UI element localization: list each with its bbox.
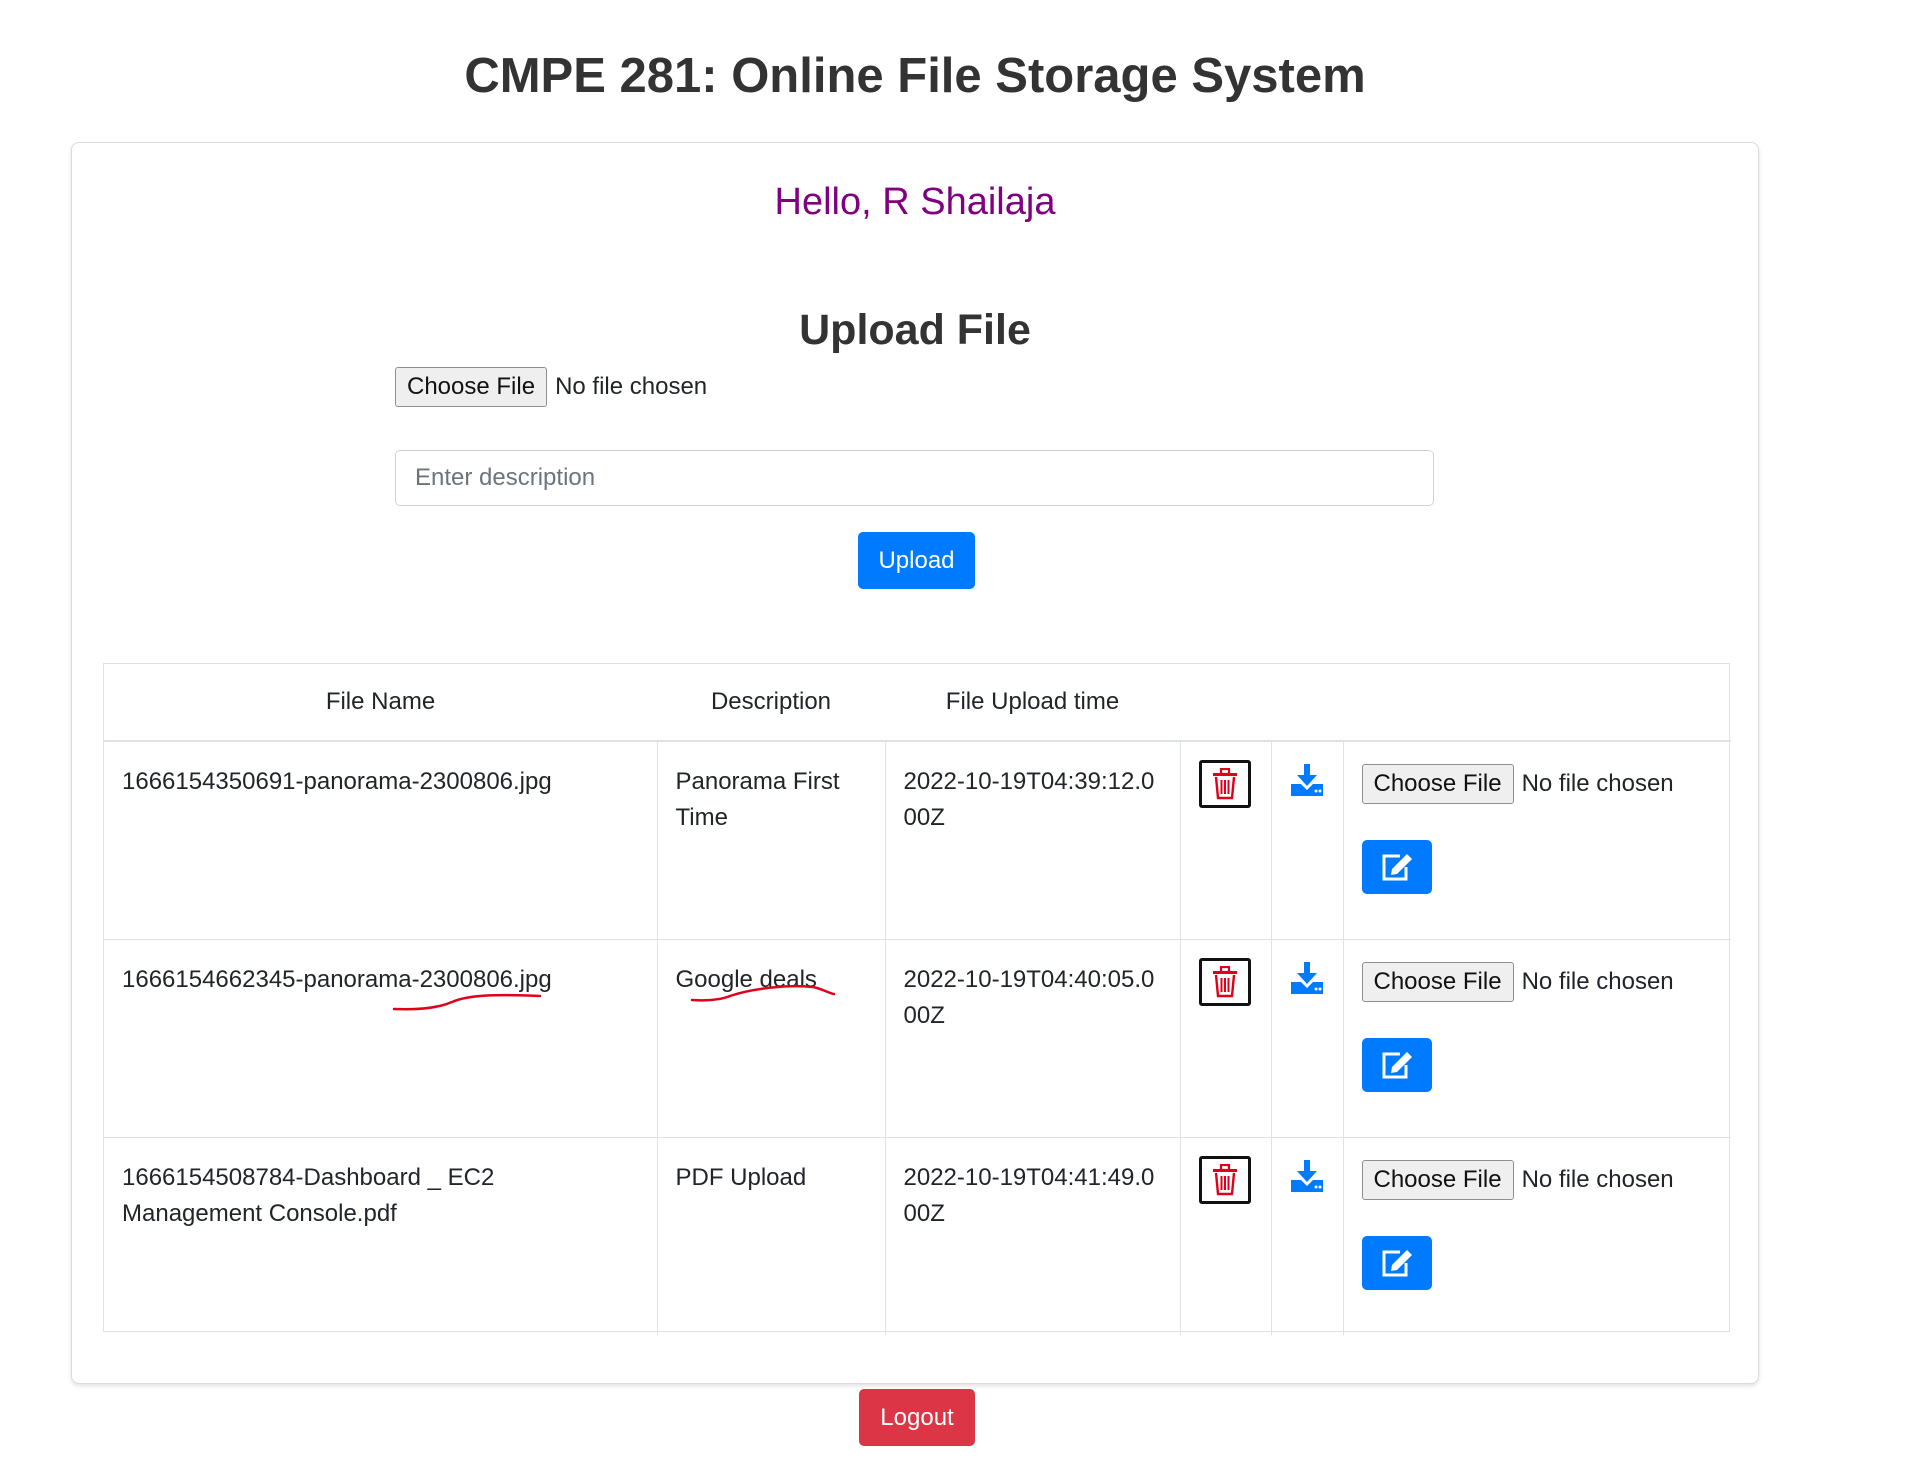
download-icon[interactable] [1289, 961, 1325, 996]
column-header-file-name: File Name [104, 664, 657, 742]
column-header-update [1343, 664, 1731, 742]
download-cell [1271, 938, 1344, 1137]
file-name-cell: 1666154350691-panorama-2300806.jpg [104, 740, 658, 939]
description-input[interactable] [395, 450, 1434, 506]
update-cell: Choose File No file chosen [1343, 740, 1731, 939]
trash-icon [1212, 965, 1237, 997]
file-name-cell: 1666154662345-panorama-2300806.jpg [104, 938, 658, 1137]
download-icon[interactable] [1289, 1159, 1325, 1194]
delete-button[interactable] [1198, 1155, 1251, 1204]
download-cell [1271, 740, 1344, 939]
update-file-input[interactable]: Choose File No file chosen [1361, 961, 1714, 1002]
upload-button[interactable]: Upload [858, 532, 975, 589]
main-card: Hello, R Shailaja Upload File Choose Fil… [71, 142, 1759, 1384]
upload-file-input[interactable]: Choose File No file chosen [395, 367, 707, 407]
column-header-delete [1180, 664, 1271, 742]
column-header-description: Description [657, 664, 885, 742]
files-table: File Name Description File Upload time 1… [103, 663, 1731, 1335]
edit-button[interactable] [1361, 840, 1432, 894]
choose-file-button[interactable]: Choose File [1361, 764, 1514, 804]
update-file-input[interactable]: Choose File No file chosen [1361, 764, 1714, 804]
file-name-cell: 1666154508784-Dashboard _ EC2 Management… [104, 1136, 658, 1335]
download-icon[interactable] [1289, 764, 1325, 798]
upload-time-cell: 2022-10-19T04:40:05.000Z [885, 938, 1181, 1137]
delete-cell [1180, 1136, 1272, 1335]
table-row: 1666154508784-Dashboard _ EC2 Management… [104, 1136, 1731, 1335]
description-cell: Panorama First Time [657, 740, 886, 939]
table-row: 1666154662345-panorama-2300806.jpg Googl… [104, 938, 1731, 1137]
no-file-text: No file chosen [1521, 770, 1674, 797]
table-row: 1666154350691-panorama-2300806.jpg Panor… [104, 740, 1731, 939]
table-header-row: File Name Description File Upload time [104, 664, 1731, 742]
choose-file-button[interactable]: Choose File [1361, 1159, 1514, 1200]
delete-cell [1180, 740, 1272, 939]
edit-button[interactable] [1361, 1235, 1432, 1290]
column-header-upload-time: File Upload time [885, 664, 1180, 742]
choose-file-button[interactable]: Choose File [1361, 961, 1514, 1002]
trash-icon [1212, 768, 1237, 800]
delete-cell [1180, 938, 1272, 1137]
edit-icon [1382, 1249, 1412, 1276]
update-file-input[interactable]: Choose File No file chosen [1361, 1159, 1714, 1200]
upload-heading: Upload File [799, 306, 1031, 354]
edit-button[interactable] [1361, 1037, 1432, 1092]
download-cell [1271, 1136, 1344, 1335]
edit-icon [1382, 1051, 1412, 1078]
description-cell: PDF Upload [657, 1136, 886, 1335]
trash-icon [1212, 1163, 1237, 1195]
page-title: CMPE 281: Online File Storage System [464, 49, 1366, 103]
column-header-download [1271, 664, 1343, 742]
no-file-text: No file chosen [555, 373, 708, 400]
upload-time-cell: 2022-10-19T04:41:49.000Z [885, 1136, 1181, 1335]
description-cell: Google deals [657, 938, 886, 1137]
edit-icon [1382, 854, 1412, 881]
update-cell: Choose File No file chosen [1343, 1136, 1731, 1335]
no-file-text: No file chosen [1521, 1165, 1674, 1193]
choose-file-button[interactable]: Choose File [395, 367, 548, 407]
logout-button[interactable]: Logout [859, 1389, 975, 1446]
greeting: Hello, R Shailaja [774, 181, 1056, 223]
delete-button[interactable] [1198, 760, 1251, 808]
upload-time-cell: 2022-10-19T04:39:12.000Z [885, 740, 1181, 939]
update-cell: Choose File No file chosen [1343, 938, 1731, 1137]
no-file-text: No file chosen [1521, 967, 1674, 995]
delete-button[interactable] [1198, 957, 1251, 1006]
